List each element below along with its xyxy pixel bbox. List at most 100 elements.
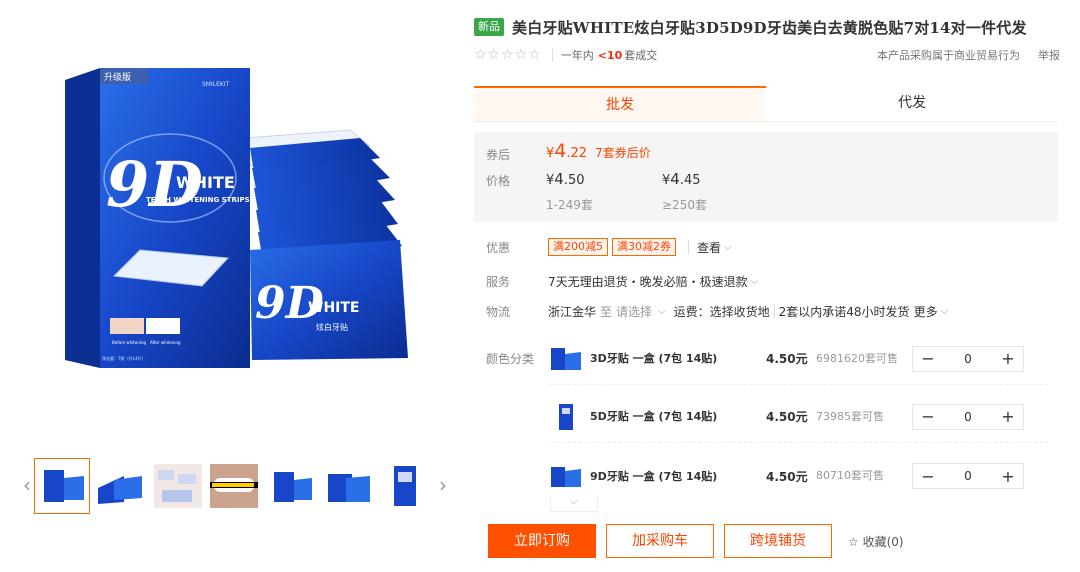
variant-label: 颜色分类 (486, 352, 535, 366)
front-sachet-box: 9D WHITE 炫白牙贴 (250, 240, 408, 360)
trade-note: 本产品采购属于商业贸易行为 (877, 49, 1020, 62)
product-box: 升级版 SMILEKIT 9D WHITE TEETH WHITENING ST… (65, 68, 250, 368)
tier-price-dec: .45 (679, 173, 701, 188)
quantity-input[interactable]: 0 (943, 469, 993, 483)
thumbnail-1[interactable] (34, 458, 90, 514)
quantity-input[interactable]: 0 (943, 352, 993, 366)
promo-tag[interactable]: 满200减5 (548, 238, 608, 256)
thumbnail-7[interactable] (380, 460, 432, 512)
price-tier-1: ¥4.50 1-249套 (546, 170, 593, 213)
ship-promise: 2套以内承诺48小时发货 (778, 304, 910, 319)
price-label: 价格 (486, 174, 511, 188)
tab-dropship[interactable]: 代发 (766, 86, 1058, 121)
chevron-down-icon[interactable]: ⌵ (751, 276, 759, 287)
star-rating-icon: ☆☆☆☆☆ (474, 47, 542, 63)
thumbnail-5[interactable] (266, 460, 318, 512)
thumbnail-6[interactable] (322, 460, 374, 512)
chevron-down-icon[interactable]: ⌵ (724, 242, 732, 253)
promo-label: 优惠 (486, 240, 511, 255)
increment-button[interactable]: + (993, 467, 1023, 486)
variant-thumbnail[interactable] (548, 458, 584, 494)
shipping-fee: 运费：选择收货地 (673, 304, 770, 319)
coupon-price: ¥ 4 .22 7套券后价 (546, 140, 651, 162)
variant-price: 4.50元 (766, 469, 808, 484)
ship-to: 至 (600, 304, 613, 319)
deals-suffix: 套成交 (624, 49, 658, 62)
decrement-button[interactable]: − (913, 349, 943, 368)
chevron-right-icon[interactable]: › (436, 458, 450, 514)
thumbnail-strip: ‹ › (18, 458, 452, 514)
currency-symbol: ¥ (546, 146, 555, 161)
action-bar: 立即订购 加采购车 跨境铺货 ☆ 收藏(0) (488, 523, 904, 559)
purchase-tabs: 批发 代发 (474, 86, 1058, 122)
view-promos-link[interactable]: 查看 (697, 239, 721, 256)
thumbnail-2[interactable] (94, 460, 146, 512)
tier-qty: ≥250套 (662, 198, 707, 212)
svg-text:WHITE: WHITE (176, 173, 235, 192)
svg-text:TEETH WHITENING STRIPS: TEETH WHITENING STRIPS (146, 196, 250, 204)
variant-row: 9D牙贴 一盒 (7包 14贴) 4.50元 80710套可售 − 0 + (548, 450, 1048, 502)
expand-variants-chevron-icon[interactable]: ⌵ (550, 496, 598, 512)
svg-text:SMILEKIT: SMILEKIT (202, 81, 230, 88)
service-text[interactable]: 7天无理由退货・晚发必赔・极速退款 (548, 273, 748, 290)
svg-text:Before whitening: Before whitening (112, 340, 146, 345)
deals-prefix: 一年内 (560, 49, 594, 62)
star-icon: ☆ (848, 534, 863, 549)
coupon-price-dec: .22 (566, 146, 588, 161)
price-box: 券后 ¥ 4 .22 7套券后价 价格 ¥4.50 1-249套 ¥4.45 ≥… (474, 132, 1058, 222)
increment-button[interactable]: + (993, 407, 1023, 426)
variant-row: 5D牙贴 一盒 (7包 14贴) 4.50元 73985套可售 − 0 + (548, 391, 1048, 443)
coupon-note: 7套券后价 (595, 146, 651, 160)
variant-row: 3D牙贴 一盒 (7包 14贴) 4.50元 6981620套可售 − 0 + (548, 333, 1048, 385)
chevron-down-icon[interactable]: ⌵ (941, 306, 949, 317)
tab-wholesale[interactable]: 批发 (474, 86, 766, 121)
promo-tag[interactable]: 满30减2券 (612, 238, 676, 256)
report-link[interactable]: 举报 (1038, 47, 1060, 63)
svg-text:净含量：7袋（共14片）: 净含量：7袋（共14片） (102, 355, 146, 361)
chevron-down-icon[interactable]: ⌵ (658, 306, 666, 317)
cross-border-button[interactable]: 跨境铺货 (724, 524, 832, 558)
variant-stock: 80710套可售 (816, 469, 884, 482)
divider (688, 240, 689, 254)
coupon-label: 券后 (486, 148, 511, 162)
quantity-stepper: − 0 + (912, 345, 1024, 372)
quantity-input[interactable]: 0 (943, 410, 993, 424)
product-title: 美白牙贴WHITE炫白牙贴3D5D9D牙齿美白去黄脱色贴7对14对一件代发 (512, 18, 1027, 37)
service-label: 服务 (486, 274, 511, 289)
variant-name: 5D牙贴 一盒 (7包 14贴) (590, 410, 718, 423)
chevron-left-icon[interactable]: ‹ (20, 458, 34, 514)
increment-button[interactable]: + (993, 349, 1023, 368)
quantity-stepper: − 0 + (912, 463, 1024, 489)
coupon-price-int: 4 (554, 140, 567, 162)
destination-select[interactable]: 请选择 (616, 303, 652, 320)
variant-stock: 6981620套可售 (816, 351, 898, 365)
variant-stock: 73985套可售 (816, 409, 884, 423)
decrement-button[interactable]: − (913, 467, 943, 486)
tier-price-dec: .50 (563, 173, 585, 188)
svg-text:WHITE: WHITE (308, 300, 359, 316)
thumbnail-3[interactable] (152, 460, 204, 512)
thumbnail-4[interactable] (208, 460, 260, 512)
variant-price: 4.50元 (766, 410, 808, 424)
variant-name: 3D牙贴 一盒 (7包 14贴) (590, 352, 718, 365)
promo-row: 优惠 满200减5 满30减2券 查看 ⌵ (486, 237, 1066, 257)
more-link[interactable]: 更多 (914, 303, 938, 320)
ship-origin: 浙江金华 (548, 304, 597, 319)
tier-price-int: 4 (670, 170, 680, 188)
rating-row: ☆☆☆☆☆ 一年内 <10 套成交 本产品采购属于商业贸易行为 举报 (474, 46, 1060, 64)
favorite-button[interactable]: ☆ 收藏(0) (848, 533, 904, 550)
favorite-label: 收藏(0) (862, 534, 904, 549)
new-badge: 新品 (474, 18, 504, 36)
tier-qty: 1-249套 (546, 198, 593, 212)
svg-text:炫白牙贴: 炫白牙贴 (316, 322, 348, 332)
buy-now-button[interactable]: 立即订购 (488, 524, 596, 558)
add-to-cart-button[interactable]: 加采购车 (606, 524, 714, 558)
divider (773, 304, 775, 318)
variant-thumbnail[interactable] (548, 341, 584, 377)
variant-thumbnail[interactable] (548, 399, 584, 435)
variant-price: 4.50元 (766, 352, 808, 366)
svg-text:升级版: 升级版 (104, 71, 131, 83)
decrement-button[interactable]: − (913, 407, 943, 426)
price-tier-2: ¥4.45 ≥250套 (662, 170, 707, 213)
service-row: 服务 7天无理由退货・晚发必赔・极速退款 ⌵ (486, 271, 1066, 291)
